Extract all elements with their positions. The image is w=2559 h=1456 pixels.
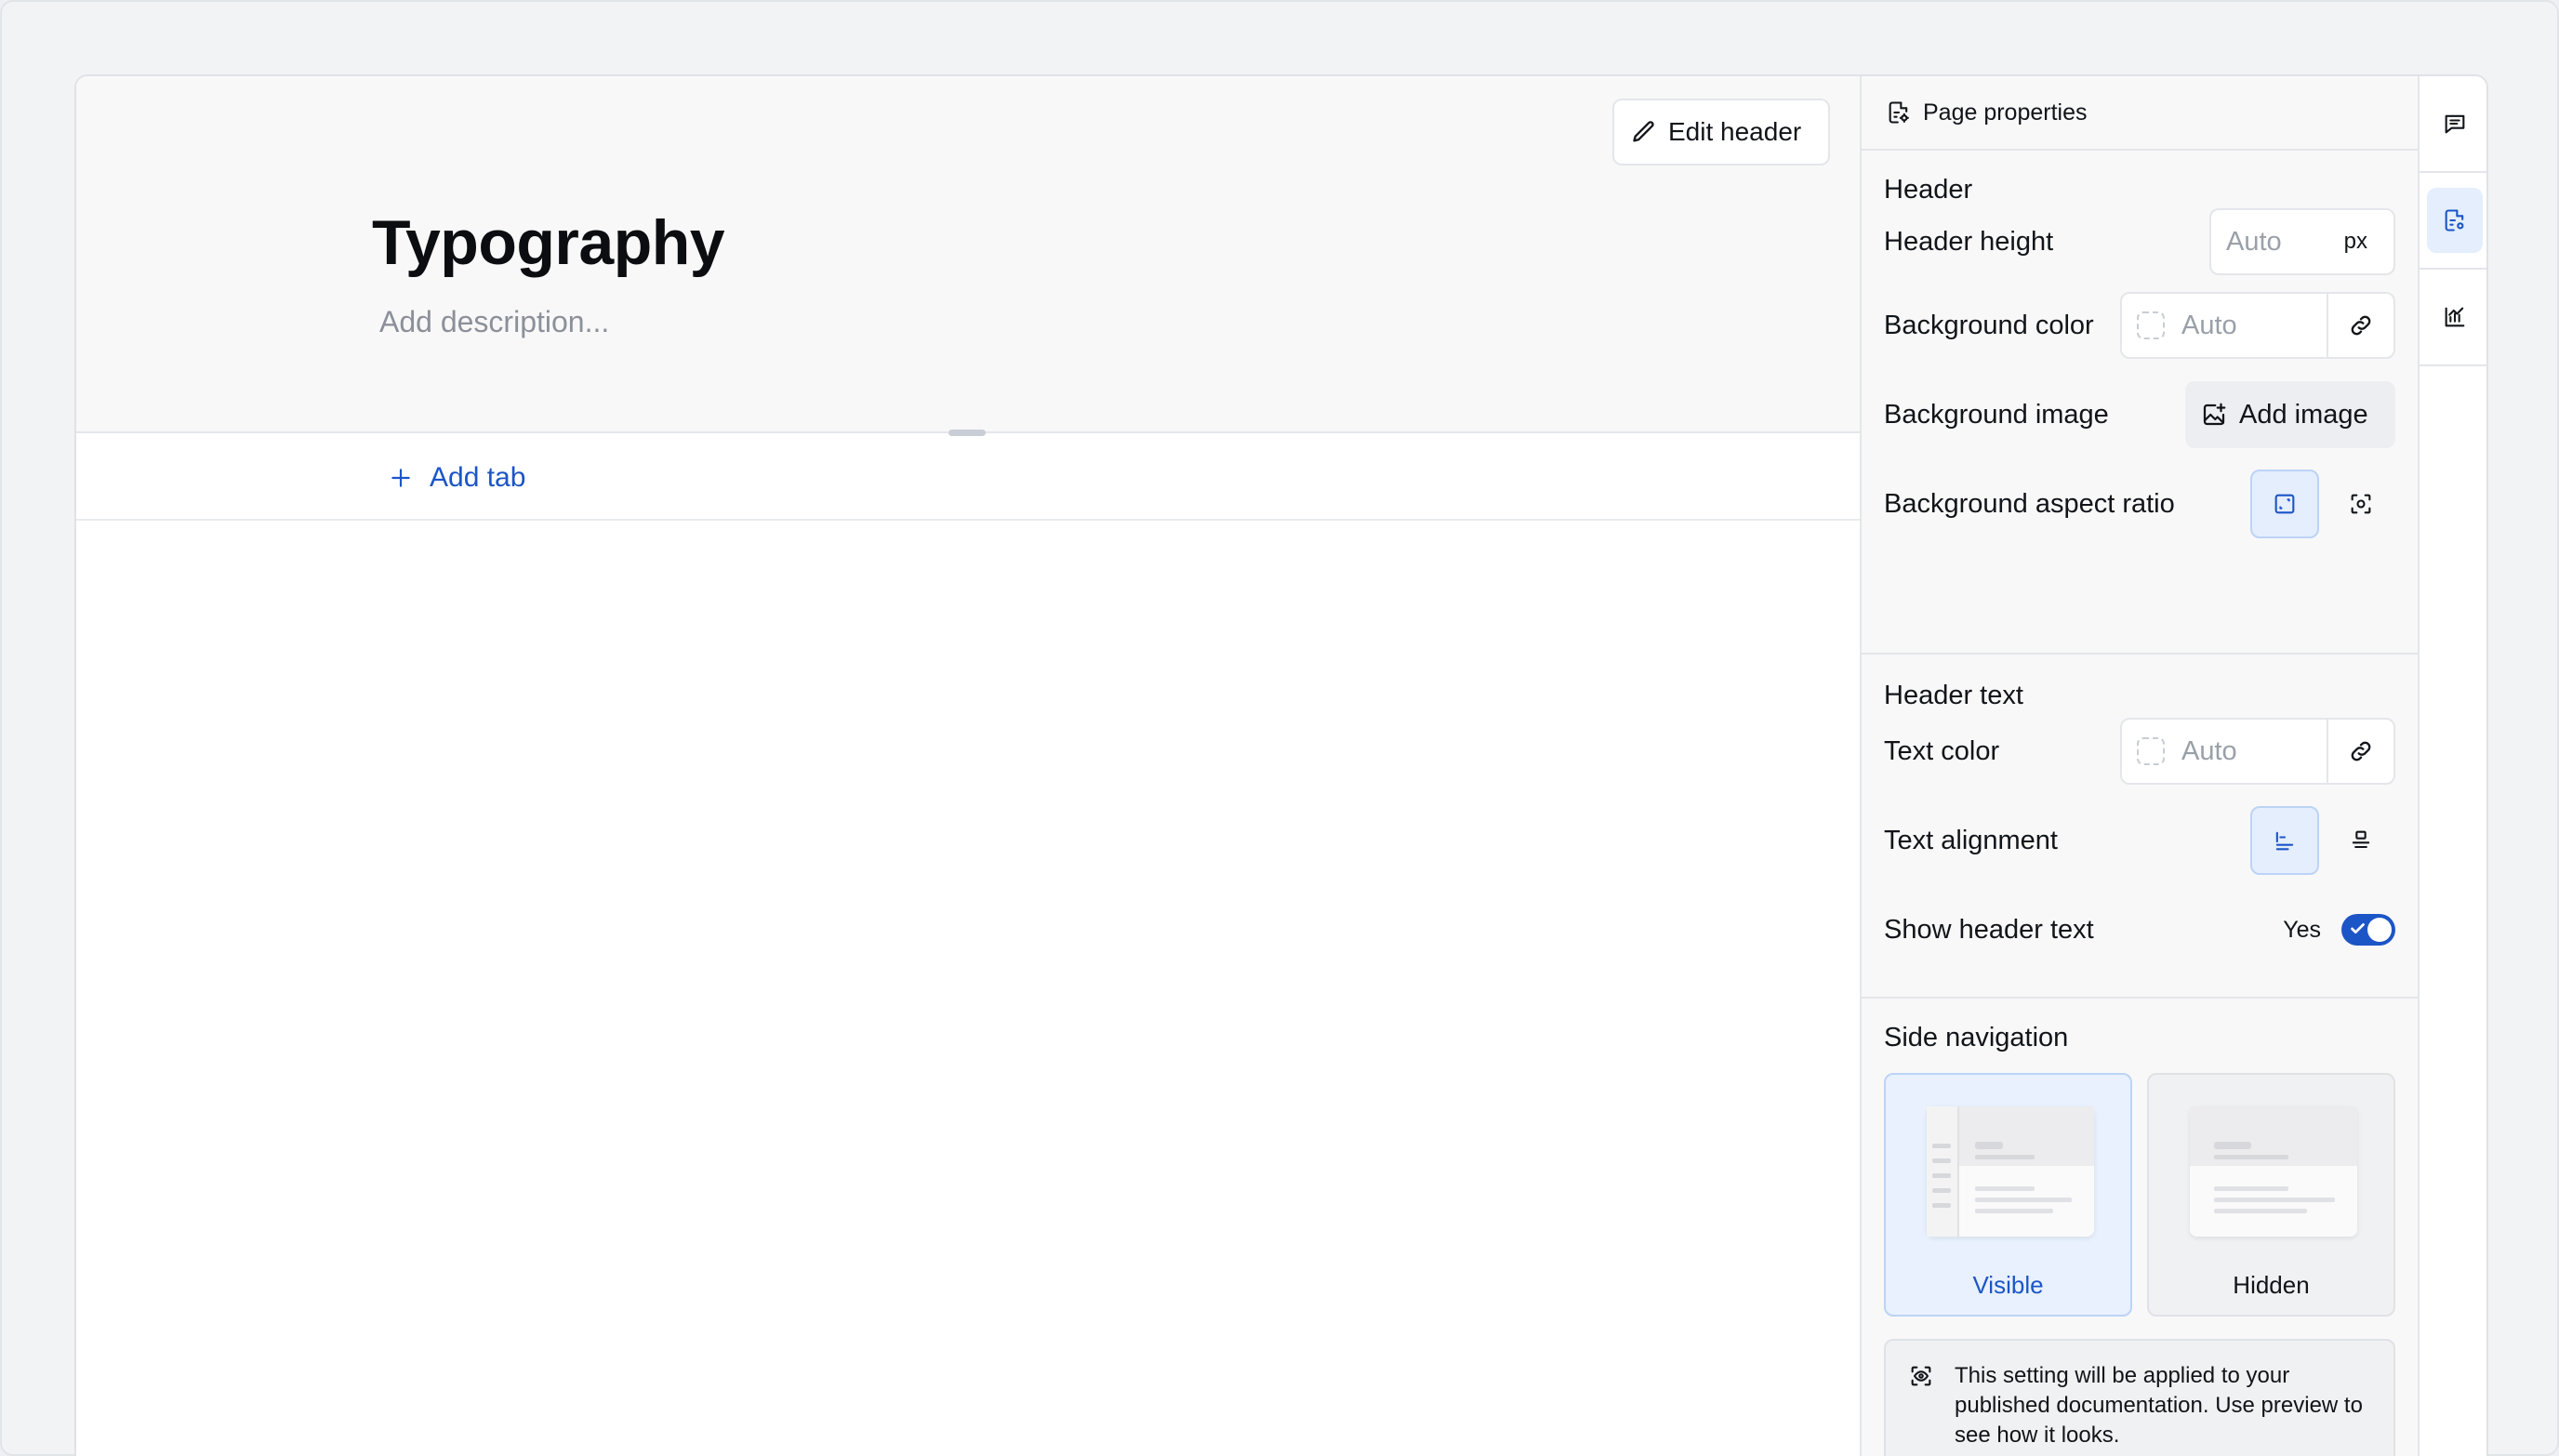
header-height-input[interactable]: Auto px: [2209, 208, 2395, 275]
background-color-label: Background color: [1884, 310, 2094, 340]
visible-preview: [1927, 1106, 2094, 1237]
visible-layout-preview-icon: [1927, 1106, 2094, 1237]
align-center-button[interactable]: [2327, 806, 2395, 875]
header-height-unit: px: [2343, 229, 2367, 254]
side-navigation-options: Visible Hidden: [1884, 1073, 2395, 1317]
text-alignment-label: Text alignment: [1884, 825, 2058, 855]
panel-title: Page properties: [1923, 99, 2088, 126]
background-color-row: Background color Auto: [1884, 281, 2395, 370]
align-left-icon: [2275, 831, 2294, 851]
show-header-text-control: Yes: [2283, 914, 2395, 946]
page-canvas: Edit header Typography Add description..…: [76, 76, 1860, 1456]
background-color-link-button[interactable]: [2328, 294, 2393, 357]
rail-comments-button[interactable]: [2420, 76, 2486, 173]
background-image-label: Background image: [1884, 399, 2109, 430]
side-nav-visible-label: Visible: [1972, 1271, 2044, 1299]
color-swatch: [2137, 737, 2165, 765]
text-color-field[interactable]: Auto: [2122, 720, 2328, 783]
plus-icon: [391, 469, 410, 487]
aspect-ratio-row: Background aspect ratio: [1884, 459, 2395, 549]
hidden-preview: [2190, 1106, 2357, 1237]
header-text-section: Header text Text color Auto Text alignme…: [1862, 655, 2418, 999]
publish-info-text: This setting will be applied to your pub…: [1955, 1363, 2363, 1448]
aspect-ratio-toggle: [2250, 470, 2395, 538]
text-alignment-toggle: [2250, 806, 2395, 875]
side-navigation-title: Side navigation: [1884, 1023, 2069, 1052]
background-color-field[interactable]: Auto: [2122, 294, 2328, 357]
add-image-label: Add image: [2239, 399, 2368, 430]
editor-window: Edit header Typography Add description..…: [74, 74, 2488, 1456]
text-alignment-row: Text alignment: [1884, 796, 2395, 885]
rail-page-settings-inner: [2427, 188, 2483, 253]
text-color-placeholder: Auto: [2181, 735, 2237, 766]
image-plus-icon: [2203, 403, 2226, 426]
rail-comments-inner: [2427, 91, 2483, 156]
link-icon: [2351, 315, 2371, 336]
preview-icon: [1911, 1366, 1931, 1386]
page-properties-panel: Page properties Header Header height Aut…: [1860, 76, 2418, 1456]
background-image-row: Background image Add image: [1884, 370, 2395, 459]
add-tab-button[interactable]: Add tab: [389, 457, 525, 498]
tabs-bar: Add tab: [76, 435, 1860, 521]
side-nav-hidden-option[interactable]: Hidden: [2147, 1073, 2395, 1317]
page-header: Edit header Typography Add description..…: [76, 76, 1860, 436]
check-icon: [2351, 923, 2365, 934]
aspect-fit-button[interactable]: [2250, 470, 2319, 538]
rail-analytics-button[interactable]: [2420, 270, 2486, 366]
side-nav-hidden-label: Hidden: [2233, 1271, 2310, 1299]
edit-header-button[interactable]: Edit header: [1612, 99, 1830, 165]
text-color-link-button[interactable]: [2328, 720, 2393, 783]
header-section: Header Header height Auto px Background …: [1862, 151, 2418, 655]
pencil-icon: [1633, 121, 1654, 142]
align-left-button[interactable]: [2250, 806, 2319, 875]
toggle-knob: [2367, 918, 2392, 942]
toggle-value: Yes: [2283, 916, 2321, 943]
page-settings-icon: [1889, 101, 1909, 124]
analytics-icon: [2445, 307, 2465, 327]
show-header-text-row: Show header text Yes: [1884, 885, 2395, 974]
add-image-button[interactable]: Add image: [2185, 381, 2395, 448]
aspect-fill-icon: [2351, 494, 2371, 514]
aspect-fill-button[interactable]: [2327, 470, 2395, 538]
side-nav-visible-option[interactable]: Visible: [1884, 1073, 2132, 1317]
side-navigation-section: Side navigation Visible Hidden This sett…: [1862, 999, 2418, 1456]
header-height-placeholder: Auto: [2226, 226, 2282, 257]
description-input[interactable]: Add description...: [379, 305, 609, 339]
add-tab-label: Add tab: [430, 462, 526, 493]
rail-page-settings-button[interactable]: [2420, 173, 2486, 270]
text-color-input[interactable]: Auto: [2120, 718, 2395, 785]
hidden-layout-preview-icon: [2190, 1106, 2357, 1237]
show-header-text-label: Show header text: [1884, 914, 2094, 945]
aspect-fit-icon: [2274, 494, 2295, 514]
background-color-placeholder: Auto: [2181, 310, 2237, 340]
page-settings-icon: [2445, 209, 2464, 232]
edit-header-label: Edit header: [1668, 117, 1802, 146]
rail-analytics-inner: [2427, 285, 2483, 350]
panel-header: Page properties: [1862, 76, 2418, 151]
align-center-icon: [2352, 830, 2370, 849]
app-frame: Edit header Typography Add description..…: [0, 0, 2559, 1456]
page-title[interactable]: Typography: [372, 206, 725, 279]
link-icon: [2351, 741, 2371, 761]
publish-info-note: This setting will be applied to your pub…: [1884, 1339, 2395, 1456]
color-swatch: [2137, 311, 2165, 339]
aspect-ratio-label: Background aspect ratio: [1884, 488, 2175, 519]
background-color-input[interactable]: Auto: [2120, 292, 2395, 359]
text-color-row: Text color Auto: [1884, 707, 2395, 796]
header-height-row: Header height Auto px: [1884, 203, 2395, 281]
header-height-label: Header height: [1884, 226, 2054, 257]
comment-icon: [2445, 114, 2465, 134]
right-rail: [2418, 76, 2486, 1456]
text-color-label: Text color: [1884, 735, 2000, 766]
show-header-text-toggle[interactable]: [2341, 914, 2395, 946]
